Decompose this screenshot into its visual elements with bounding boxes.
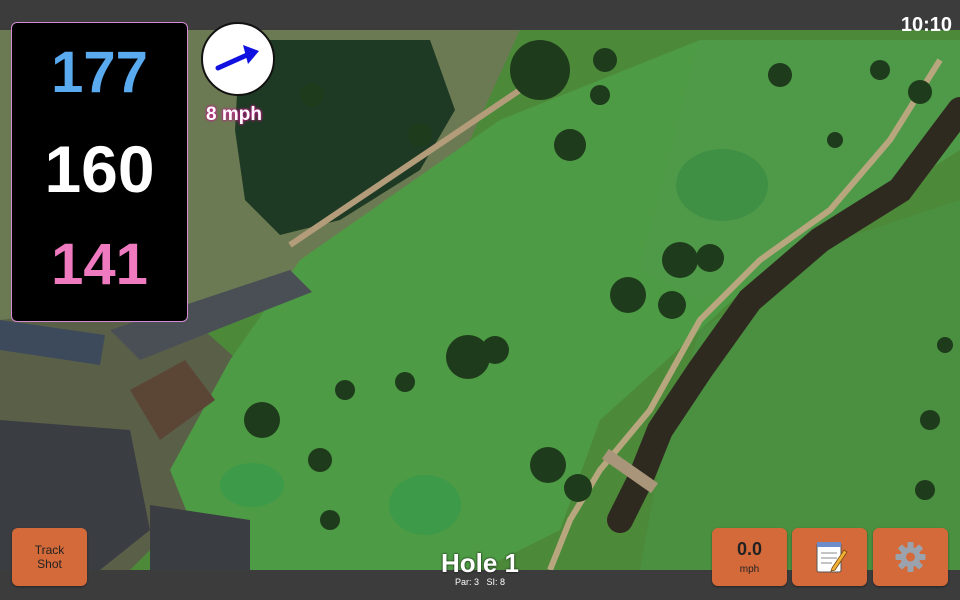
- wind-arrow-icon: [215, 45, 259, 71]
- clock-time: 10:10: [900, 14, 952, 36]
- front-distance: 141: [51, 232, 148, 297]
- hole-stroke-index: SI: 8: [486, 577, 506, 587]
- hole-info: Par: 3 SI: 8: [400, 577, 560, 587]
- notes-button[interactable]: [792, 528, 867, 586]
- track-shot-label-line2: Shot: [37, 557, 62, 571]
- settings-button[interactable]: [873, 528, 948, 586]
- notepad-icon: [816, 542, 848, 573]
- wind-speed: 8 mph: [206, 104, 262, 125]
- gear-icon: [895, 542, 926, 572]
- wind-direction-indicator: [201, 22, 275, 96]
- back-distance: 177: [51, 40, 148, 105]
- speed-unit: mph: [739, 564, 760, 575]
- hole-title: Hole 1: [440, 548, 520, 578]
- hole-par: Par: 3: [454, 577, 479, 587]
- app-screen: 10:10 177 160 141 8 mph Track Shot Hole …: [0, 0, 960, 600]
- track-shot-label-line1: Track: [34, 543, 65, 557]
- track-shot-button[interactable]: Track Shot: [12, 528, 87, 586]
- distance-panel: 177 160 141: [11, 22, 188, 322]
- middle-distance: 160: [44, 132, 155, 206]
- speed-value: 0.0: [736, 539, 763, 559]
- shot-speed-button[interactable]: 0.0 mph: [712, 528, 787, 586]
